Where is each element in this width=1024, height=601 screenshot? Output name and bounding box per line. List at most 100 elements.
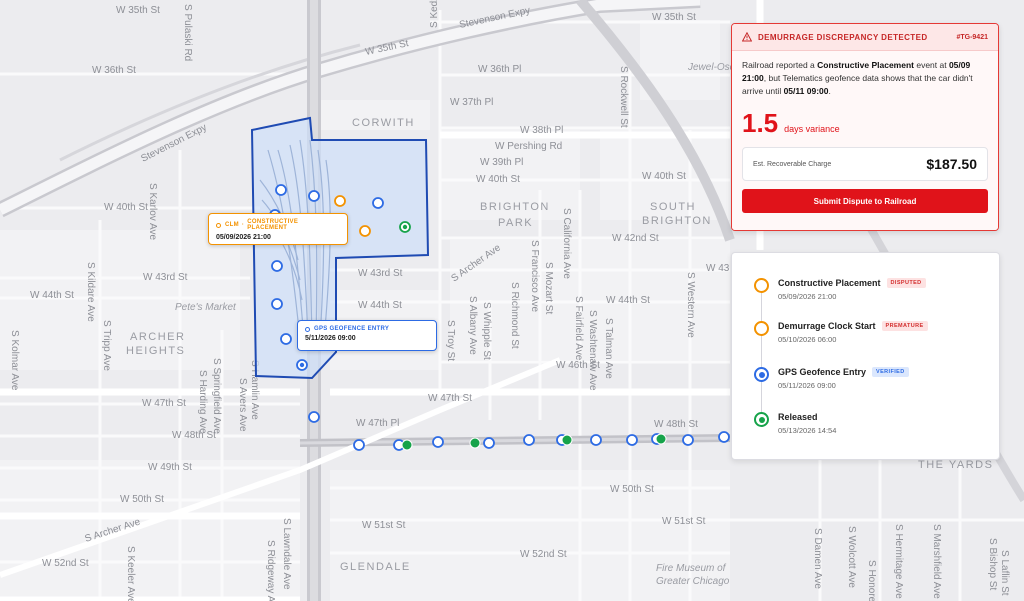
orange-circle-icon <box>216 222 221 228</box>
gps-event: GPS GEOFENCE ENTRY <box>314 326 390 332</box>
svg-text:W 48th St: W 48th St <box>172 430 216 441</box>
svg-text:W 42nd St: W 42nd St <box>612 233 659 244</box>
blue-ping-marker[interactable] <box>626 434 638 446</box>
svg-text:W Pershing Rd: W Pershing Rd <box>495 141 562 152</box>
disputed-badge: DISPUTED <box>886 278 926 288</box>
timeline-item-time: 05/10/2026 06:00 <box>778 335 837 344</box>
svg-text:S Francisco Ave: S Francisco Ave <box>529 240 540 313</box>
clm-callout[interactable]: CLM · CONSTRUCTIVE PLACEMENT 05/09/2026 … <box>208 213 348 245</box>
green-filled-marker[interactable] <box>401 439 413 451</box>
svg-text:W 43: W 43 <box>706 263 730 274</box>
svg-text:W 37th Pl: W 37th Pl <box>450 97 493 108</box>
timeline-item-name: Demurrage Clock Start <box>778 321 876 331</box>
svg-text:S Karlov Ave: S Karlov Ave <box>147 183 158 241</box>
svg-text:S Laflin St: S Laflin St <box>999 550 1010 596</box>
marker-center-dot <box>402 224 408 230</box>
svg-text:S Talman Ave: S Talman Ave <box>603 318 614 379</box>
premature-badge: PREMATURE <box>881 321 928 331</box>
svg-text:W 35th St: W 35th St <box>652 12 696 23</box>
svg-text:W 47th St: W 47th St <box>428 393 472 404</box>
blue-ping-marker[interactable] <box>271 298 283 310</box>
blue-ping-marker[interactable] <box>353 439 365 451</box>
blue-ping-marker[interactable] <box>308 411 320 423</box>
blue-ping-marker[interactable] <box>718 431 730 443</box>
svg-text:ARCHER: ARCHER <box>130 331 185 343</box>
timeline-connector <box>761 286 762 426</box>
svg-text:S Bishop St: S Bishop St <box>987 538 998 590</box>
svg-text:S Honore St: S Honore St <box>866 560 877 601</box>
alert-title: DEMURRAGE DISCREPANCY DETECTED <box>758 32 928 42</box>
svg-text:S Mozart St: S Mozart St <box>543 262 554 314</box>
clm-datetime: 05/09/2026 21:00 <box>216 234 271 241</box>
svg-text:W 50th St: W 50th St <box>120 494 164 505</box>
svg-text:GLENDALE: GLENDALE <box>340 561 411 573</box>
blue-ping-marker[interactable] <box>590 434 602 446</box>
blue-ping-marker[interactable] <box>271 260 283 272</box>
svg-text:BRIGHTON: BRIGHTON <box>480 201 550 213</box>
variance-label: days variance <box>784 124 840 134</box>
svg-text:S Marshfield Ave: S Marshfield Ave <box>931 524 942 599</box>
svg-text:W 51st St: W 51st St <box>362 520 406 531</box>
svg-text:W 43rd St: W 43rd St <box>358 268 403 279</box>
blue-ping-marker[interactable] <box>308 190 320 202</box>
blue-ping-marker[interactable] <box>432 436 444 448</box>
clm-separator: · <box>241 222 245 228</box>
svg-text:S Kildare Ave: S Kildare Ave <box>85 262 96 322</box>
clm-event: CONSTRUCTIVE PLACEMENT <box>247 219 299 231</box>
charge-value: $187.50 <box>926 156 977 172</box>
blue-ping-marker[interactable] <box>483 437 495 449</box>
svg-text:W 39th Pl: W 39th Pl <box>480 157 523 168</box>
blue-circle-icon <box>305 326 310 332</box>
svg-text:W 48th St: W 48th St <box>654 419 698 430</box>
marker-center-dot <box>299 362 305 368</box>
svg-text:S Tripp Ave: S Tripp Ave <box>101 320 112 371</box>
svg-text:W 51st St: W 51st St <box>662 516 706 527</box>
svg-text:W 36th Pl: W 36th Pl <box>478 64 521 75</box>
blue-ping-marker[interactable] <box>280 333 292 345</box>
svg-text:Fire Museum of: Fire Museum of <box>656 563 727 574</box>
timeline-item-name: Released <box>778 412 818 422</box>
blue-target-icon <box>754 367 769 382</box>
clm-source: CLM <box>225 222 239 228</box>
svg-text:W 35th St: W 35th St <box>116 5 160 16</box>
svg-text:W 40th St: W 40th St <box>104 202 148 213</box>
alert-header: DEMURRAGE DISCREPANCY DETECTED #TG-9421 <box>732 24 998 51</box>
svg-text:S Kedzie Ave: S Kedzie Ave <box>429 0 440 28</box>
event-timeline: Constructive Placement DISPUTED 05/09/20… <box>731 252 1000 460</box>
svg-text:S California Ave: S California Ave <box>561 208 572 279</box>
green-filled-marker[interactable] <box>469 437 481 449</box>
svg-text:S Ridgeway Ave: S Ridgeway Ave <box>265 540 276 601</box>
svg-text:S Kolmar Ave: S Kolmar Ave <box>9 330 20 391</box>
svg-text:SOUTH: SOUTH <box>650 201 696 213</box>
svg-text:W 52nd St: W 52nd St <box>42 558 89 569</box>
orange-circle-icon <box>754 278 769 293</box>
svg-text:S Hermitage Ave: S Hermitage Ave <box>893 524 904 599</box>
svg-text:S Springfield Ave: S Springfield Ave <box>211 358 222 434</box>
orange-ping-marker[interactable] <box>334 195 346 207</box>
blue-ping-marker[interactable] <box>372 197 384 209</box>
svg-text:W 47th St: W 47th St <box>142 398 186 409</box>
gps-callout[interactable]: GPS GEOFENCE ENTRY 5/11/2026 09:00 <box>297 320 437 351</box>
orange-ping-marker[interactable] <box>359 225 371 237</box>
svg-text:W 40th St: W 40th St <box>476 174 520 185</box>
green-filled-marker[interactable] <box>561 434 573 446</box>
svg-text:PARK: PARK <box>498 217 533 229</box>
blue-ping-marker[interactable] <box>682 434 694 446</box>
svg-text:S Troy St: S Troy St <box>445 320 456 361</box>
verified-badge: VERIFIED <box>872 367 909 377</box>
svg-text:S Albany Ave: S Albany Ave <box>467 296 478 355</box>
submit-dispute-button[interactable]: Submit Dispute to Railroad <box>742 189 988 213</box>
svg-text:S Washtenaw Ave: S Washtenaw Ave <box>587 310 598 391</box>
svg-text:W 50th St: W 50th St <box>610 484 654 495</box>
svg-text:W 40th St: W 40th St <box>642 171 686 182</box>
svg-text:S Harding Ave: S Harding Ave <box>197 370 208 434</box>
blue-ping-marker[interactable] <box>275 184 287 196</box>
svg-text:W 52nd St: W 52nd St <box>520 549 567 560</box>
blue-ping-marker[interactable] <box>523 434 535 446</box>
svg-text:W 44th St: W 44th St <box>30 290 74 301</box>
variance-value: 1.5 <box>742 108 779 138</box>
svg-text:CORWITH: CORWITH <box>352 117 415 129</box>
discrepancy-alert-panel: DEMURRAGE DISCREPANCY DETECTED #TG-9421 … <box>731 23 999 231</box>
green-filled-marker[interactable] <box>655 433 667 445</box>
warning-icon <box>742 32 752 42</box>
